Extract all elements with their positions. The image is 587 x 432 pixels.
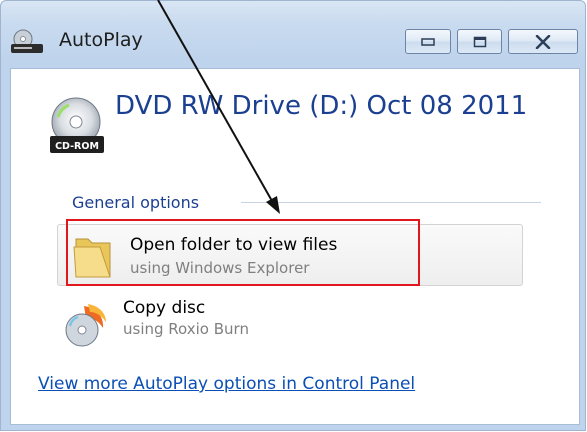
cd-rom-icon: CD-ROM [50,97,104,153]
group-label: General options [72,193,200,212]
maximize-button[interactable] [457,29,502,54]
close-icon [535,34,551,49]
copy-disc-icon [65,304,106,347]
maximize-icon [473,36,486,47]
highlight-annotation-box [66,219,420,286]
group-divider [241,202,541,203]
control-panel-link[interactable]: View more AutoPlay options in Control Pa… [38,374,415,394]
option-subtitle: using Roxio Burn [123,320,249,338]
option-title: Copy disc [123,298,206,318]
autoplay-content: CD-ROM DVD RW Drive (D:) Oct 08 2011 Gen… [10,68,580,425]
minimize-button[interactable] [405,29,451,54]
autoplay-drive-icon [11,29,43,53]
copy-disc-option[interactable]: Copy disc using Roxio Burn [57,294,523,356]
window-title: AutoPlay [59,29,143,51]
cd-rom-badge: CD-ROM [55,141,99,152]
autoplay-window: AutoPlay CD-ROM DVD RW Drive (D:) Oct 08… [0,0,586,431]
close-button[interactable] [508,29,578,54]
title-bar[interactable]: AutoPlay [1,1,585,61]
minimize-icon [421,37,435,46]
drive-title: DVD RW Drive (D:) Oct 08 2011 [115,91,528,121]
